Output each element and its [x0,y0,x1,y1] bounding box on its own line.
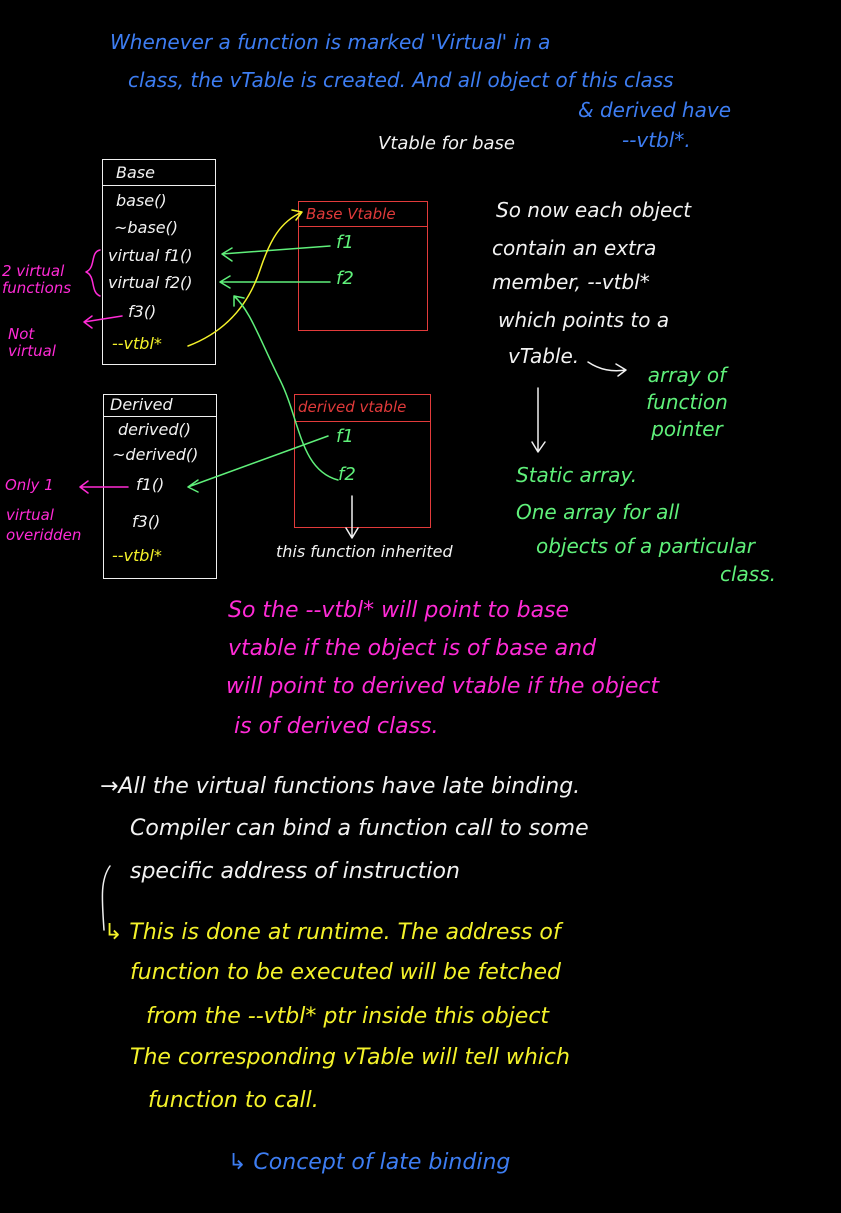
arrow-derived-f2 [233,295,339,481]
arrow-f1-to-base [221,245,331,262]
connector-arrows [79,209,627,931]
arrow-vtbl-to-base-vtable [187,209,303,347]
arrow-not-virtual [83,315,123,329]
arrow-array-of [587,361,627,377]
arrow-static-array [531,387,546,453]
arrow-inherited-down [345,495,359,539]
brace-two-virtual [85,249,101,297]
note-canvas: Whenever a function is marked 'Virtual' … [0,0,841,1213]
arrow-derived-f1 [187,435,329,493]
arrow-only-one [79,480,129,494]
arrow-f2-to-base [219,275,331,289]
brace-late-binding [101,865,111,931]
